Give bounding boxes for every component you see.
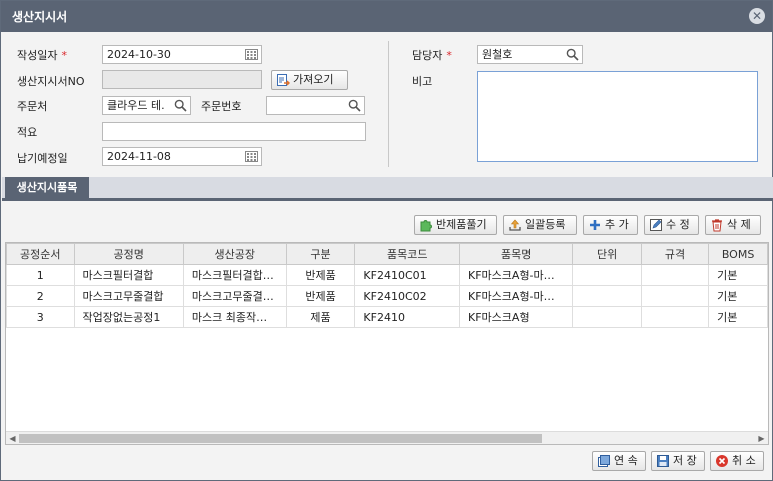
order-number-field[interactable] <box>266 96 365 115</box>
due-date-label: 납기예정일 <box>17 152 68 165</box>
title-bar: 생산지시서 ✕ <box>1 1 772 32</box>
date-label: 작성일자 * <box>17 49 67 62</box>
table-cell: 기본 <box>708 285 768 307</box>
column-header[interactable]: 구분 <box>285 243 356 265</box>
save-continue-icon <box>598 455 610 467</box>
column-header[interactable]: 품목코드 <box>354 243 461 265</box>
order-no-label: 생산지시서NO <box>17 75 85 88</box>
table-cell <box>640 285 710 307</box>
bulk-register-button[interactable]: 일괄등록 <box>503 215 577 235</box>
fetch-button[interactable]: 가져오기 <box>271 70 348 90</box>
table-cell: 마스크고무줄결합 <box>73 285 184 307</box>
scroll-left-icon[interactable]: ◀ <box>6 432 19 444</box>
form-divider <box>388 41 389 167</box>
add-button[interactable]: 추 가 <box>583 215 638 235</box>
table-row[interactable]: 2 마스크고무줄결합 마스크고무줄결… 반제품 KF2410C02 KF마스크A… <box>6 285 768 307</box>
puzzle-icon <box>420 220 432 232</box>
column-header[interactable]: BOMS <box>708 243 768 265</box>
table-cell <box>640 306 710 328</box>
close-icon[interactable]: ✕ <box>749 8 765 24</box>
manager-label: 담당자 * <box>412 49 452 62</box>
date-field[interactable]: 2024-10-30 <box>102 45 262 64</box>
order-no-field <box>102 70 262 89</box>
column-header[interactable]: 단위 <box>572 243 642 265</box>
column-header[interactable]: 공정순서 <box>6 243 75 265</box>
search-icon[interactable] <box>348 99 361 112</box>
table-cell <box>572 285 642 307</box>
table-cell: 기본 <box>708 264 768 286</box>
dialog-window: 생산지시서 ✕ 작성일자 * 2024-10-30 생산지시서NO 가져오기 주문… <box>0 0 773 481</box>
table-cell: 1 <box>6 264 75 286</box>
column-header[interactable]: 규격 <box>640 243 710 265</box>
items-table-container: 공정순서 공정명 생산공장 구분 품목코드 품목명 단위 규격 BOMS 1 마… <box>5 242 769 445</box>
table-cell: 마스크고무줄결… <box>182 285 287 307</box>
column-header[interactable]: 공정명 <box>73 243 184 265</box>
table-cell <box>572 264 642 286</box>
edit-icon <box>650 219 662 231</box>
table-row[interactable]: 3 작업장없는공정1 마스크 최종작… 제품 KF2410 KF마스크A형 기본 <box>6 306 768 328</box>
due-date-field[interactable]: 2024-11-08 <box>102 147 262 166</box>
plus-icon <box>590 220 600 230</box>
semi-product-button[interactable]: 반제품풀기 <box>414 215 497 235</box>
table-cell: 3 <box>6 306 75 328</box>
table-cell: 제품 <box>285 306 356 328</box>
manager-field[interactable]: 원철호 <box>477 45 583 64</box>
cancel-icon <box>716 455 728 467</box>
table-cell: 마스크 최종작… <box>182 306 287 328</box>
search-icon[interactable] <box>174 99 187 112</box>
summary-label: 적요 <box>17 126 38 139</box>
table-cell: KF마스크A형-마… <box>459 285 574 307</box>
edit-button[interactable]: 수 정 <box>644 215 699 235</box>
table-cell: KF2410 <box>354 306 461 328</box>
import-icon <box>277 74 290 86</box>
delete-button[interactable]: 삭 제 <box>705 215 761 235</box>
search-icon[interactable] <box>566 48 579 61</box>
table-cell: 2 <box>6 285 75 307</box>
horizontal-scrollbar[interactable]: ◀ ▶ <box>6 431 768 444</box>
summary-field[interactable] <box>102 122 366 141</box>
save-button[interactable]: 저 장 <box>651 451 705 471</box>
table-cell: 반제품 <box>285 285 356 307</box>
order-number-label: 주문번호 <box>201 100 242 113</box>
upload-icon <box>509 219 521 231</box>
remark-textarea[interactable] <box>477 71 758 162</box>
table-cell: KF2410C01 <box>354 264 461 286</box>
customer-field[interactable]: 클라우드 테. <box>102 96 191 115</box>
remark-label: 비고 <box>412 75 433 88</box>
trash-icon <box>712 219 722 232</box>
items-table: 공정순서 공정명 생산공장 구분 품목코드 품목명 단위 규격 BOMS 1 마… <box>6 243 768 328</box>
customer-label: 주문처 <box>17 100 48 113</box>
tab-strip: 생산지시품목 <box>2 177 773 201</box>
table-row[interactable]: 1 마스크필터결합 마스크필터결합… 반제품 KF2410C01 KF마스크A형… <box>6 264 768 286</box>
column-header[interactable]: 품목명 <box>459 243 574 265</box>
table-cell: 작업장없는공정1 <box>73 306 184 328</box>
scroll-right-icon[interactable]: ▶ <box>755 432 768 444</box>
calendar-icon[interactable] <box>245 151 258 162</box>
table-cell: KF2410C02 <box>354 285 461 307</box>
table-cell: 반제품 <box>285 264 356 286</box>
column-header[interactable]: 생산공장 <box>182 243 287 265</box>
table-cell: KF마스크A형-마… <box>459 264 574 286</box>
cancel-button[interactable]: 취 소 <box>710 451 764 471</box>
scrollbar-thumb[interactable] <box>19 434 542 443</box>
table-cell: 마스크필터결합… <box>182 264 287 286</box>
table-header-row: 공정순서 공정명 생산공장 구분 품목코드 품목명 단위 규격 BOMS <box>6 243 768 265</box>
calendar-icon[interactable] <box>245 49 258 60</box>
floppy-icon <box>657 455 669 467</box>
table-cell: 기본 <box>708 306 768 328</box>
tab-production-items[interactable]: 생산지시품목 <box>5 177 89 201</box>
table-cell <box>640 264 710 286</box>
window-title: 생산지시서 <box>12 10 68 24</box>
continue-button[interactable]: 연 속 <box>592 451 646 471</box>
table-cell: KF마스크A형 <box>459 306 574 328</box>
table-cell: 마스크필터결합 <box>73 264 184 286</box>
table-cell <box>572 306 642 328</box>
